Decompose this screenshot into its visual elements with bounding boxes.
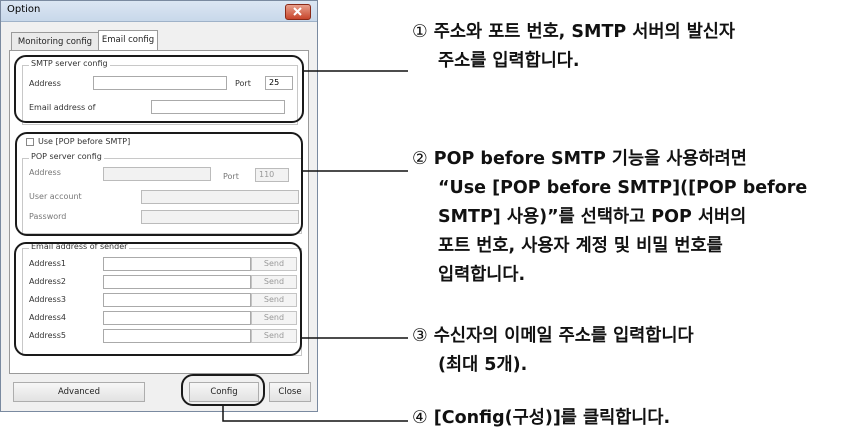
note-4: ④ [Config(구성)]를 클릭합니다. [412,404,670,433]
note-3: ③ 수신자의 이메일 주소를 입력합니다 (최대 5개). [412,322,694,380]
note-2-line-4: 포트 번호, 사용자 계정 및 비밀 번호를 [438,236,723,256]
note-1-line-1: 주소와 포트 번호, SMTP 서버의 발신자 [433,22,735,42]
note-2-line-2: “Use [POP before SMTP]([POP before [438,178,808,198]
note-2-line-5: 입력합니다. [438,265,526,285]
note-4-line-1: [Config(구성)]를 클릭합니다. [433,408,671,428]
note-1-number: ① [412,22,428,42]
note-2: ② POP before SMTP 기능을 사용하려면 “Use [POP be… [412,145,807,290]
note-4-number: ④ [412,408,428,428]
note-1: ① 주소와 포트 번호, SMTP 서버의 발신자 주소를 입력합니다. [412,18,735,76]
note-2-number: ② [412,149,428,169]
note-2-line-3: SMTP] 사용)”를 선택하고 POP 서버의 [438,207,747,227]
note-3-number: ③ [412,326,428,346]
note-3-line-1: 수신자의 이메일 주소를 입력합니다 [433,326,694,346]
note-3-line-2: (최대 5개). [438,355,528,375]
note-1-line-2: 주소를 입력합니다. [438,51,580,71]
note-2-line-1: POP before SMTP 기능을 사용하려면 [433,149,747,169]
